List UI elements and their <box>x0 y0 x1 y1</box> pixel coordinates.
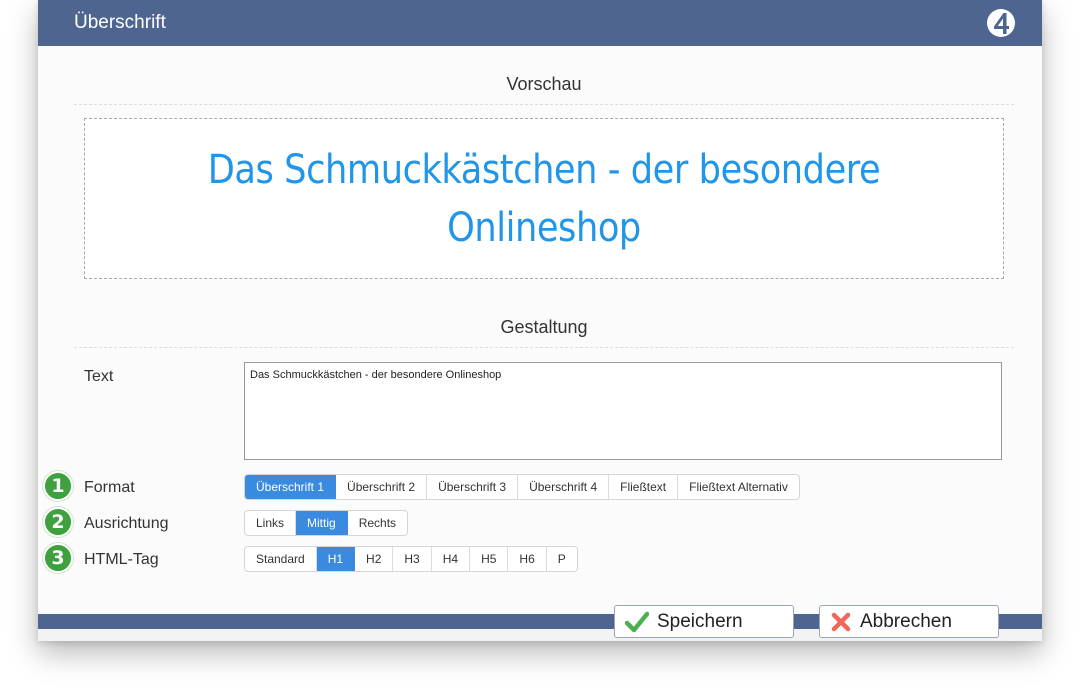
html-tag-option-h4[interactable]: H4 <box>432 547 471 571</box>
format-option-ueberschrift-3[interactable]: Überschrift 3 <box>427 475 519 499</box>
cancel-button-label: Abbrechen <box>860 610 952 632</box>
alignment-option-links[interactable]: Links <box>245 511 297 535</box>
cancel-button[interactable]: Abbrechen <box>819 605 999 638</box>
html-tag-option-standard[interactable]: Standard <box>245 547 317 571</box>
format-label: Format <box>84 479 135 496</box>
format-option-ueberschrift-2[interactable]: Überschrift 2 <box>336 475 428 499</box>
circle-4-logo-icon <box>987 9 1015 37</box>
dialog-title: Überschrift <box>74 12 166 33</box>
format-option-ueberschrift-4[interactable]: Überschrift 4 <box>518 475 610 499</box>
html-tag-label: HTML-Tag <box>84 551 159 568</box>
alignment-button-group: Links Mittig Rechts <box>244 510 409 536</box>
preview-heading: Das Schmuckkästchen - der besondere Onli… <box>207 146 881 251</box>
checkmark-icon <box>625 611 649 632</box>
text-label: Text <box>84 368 114 385</box>
format-button-group: Überschrift 1 Überschrift 2 Überschrift … <box>244 474 800 500</box>
html-tag-button-group: Standard H1 H2 H3 H4 H5 H6 P <box>244 546 578 572</box>
format-option-fliesstext[interactable]: Fließtext <box>609 475 679 499</box>
heading-editor-dialog: Überschrift Vorschau Das Schmuckkästchen… <box>38 0 1042 641</box>
preview-section-heading: Vorschau <box>74 74 1014 105</box>
design-section-heading: Gestaltung <box>74 317 1014 348</box>
html-tag-option-h5[interactable]: H5 <box>470 547 509 571</box>
title-bar: Überschrift <box>38 0 1042 46</box>
html-tag-option-h6[interactable]: H6 <box>508 547 547 571</box>
heading-text-input[interactable]: Das Schmuckkästchen - der besondere Onli… <box>244 362 1002 460</box>
save-button-label: Speichern <box>657 610 743 632</box>
save-button[interactable]: Speichern <box>614 605 794 638</box>
cross-icon <box>831 612 851 631</box>
preview-box: Das Schmuckkästchen - der besondere Onli… <box>84 118 1004 279</box>
step-1-badge: 1 <box>43 471 73 501</box>
html-tag-option-h1[interactable]: H1 <box>316 547 356 571</box>
step-2-badge: 2 <box>43 507 73 537</box>
html-tag-option-h2[interactable]: H2 <box>355 547 394 571</box>
format-option-ueberschrift-1[interactable]: Überschrift 1 <box>245 475 337 499</box>
step-3-badge: 3 <box>43 543 73 573</box>
html-tag-option-h3[interactable]: H3 <box>393 547 432 571</box>
alignment-option-mittig[interactable]: Mittig <box>296 511 348 535</box>
format-option-fliesstext-alternativ[interactable]: Fließtext Alternativ <box>678 475 799 499</box>
html-tag-option-p[interactable]: P <box>547 547 577 571</box>
alignment-option-rechts[interactable]: Rechts <box>348 511 407 535</box>
alignment-label: Ausrichtung <box>84 515 169 532</box>
